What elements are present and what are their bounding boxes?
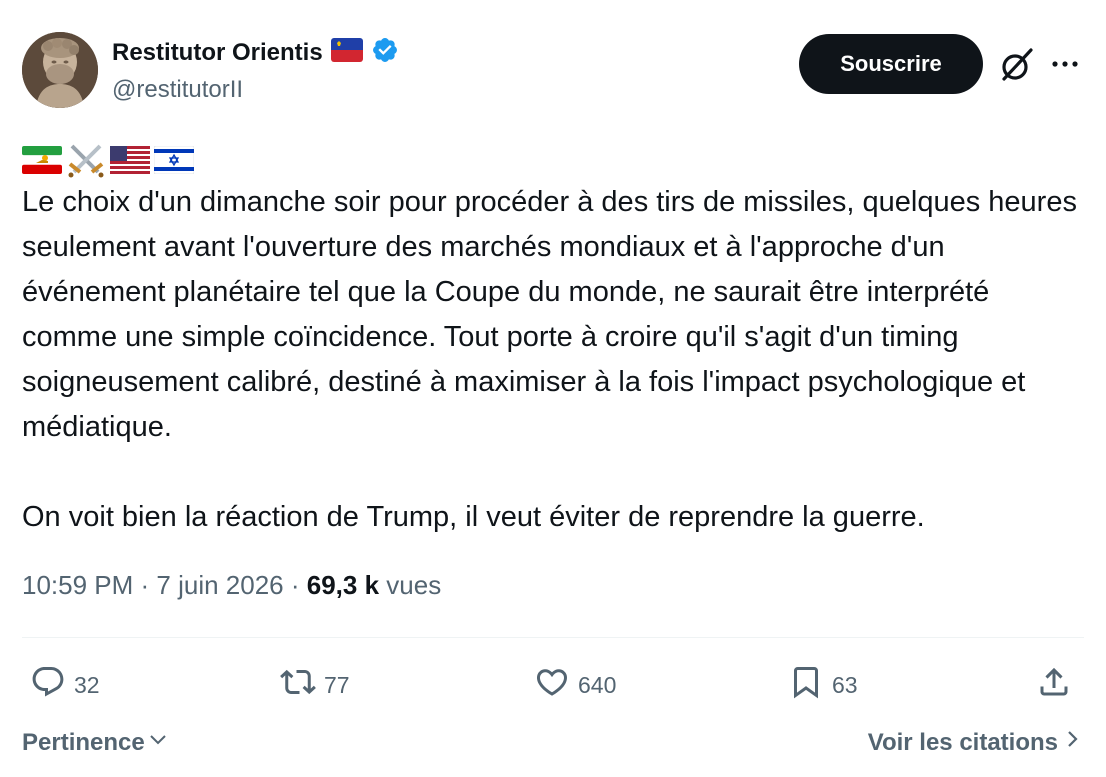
author-display-name[interactable]: Restitutor Orientis bbox=[112, 39, 323, 67]
repost-count: 77 bbox=[324, 671, 350, 698]
tweet-paragraph: On voit bien la réaction de Trump, il ve… bbox=[22, 501, 925, 533]
liechtenstein-flag-icon bbox=[330, 38, 363, 67]
views-label: vues bbox=[379, 570, 442, 600]
meta-separator: · bbox=[133, 570, 157, 600]
share-icon bbox=[1036, 664, 1072, 706]
reply-icon bbox=[30, 664, 66, 706]
israel-flag-icon bbox=[153, 145, 195, 179]
bookmark-icon bbox=[788, 664, 824, 706]
share-button[interactable] bbox=[1036, 664, 1072, 706]
chevron-down-icon bbox=[147, 728, 169, 757]
tweet-text: Le choix d'un dimanche soir pour procéde… bbox=[22, 180, 1092, 540]
grok-icon[interactable] bbox=[998, 46, 1036, 89]
divider bbox=[22, 637, 1084, 638]
tweet-time[interactable]: 10:59 PM bbox=[22, 570, 133, 600]
author-handle[interactable]: @restitutorII bbox=[112, 76, 243, 104]
like-button[interactable]: 640 bbox=[534, 664, 616, 706]
view-quotes-link[interactable]: Voir les citations bbox=[868, 728, 1080, 757]
bookmark-count: 63 bbox=[832, 671, 858, 698]
chevron-right-icon bbox=[1066, 728, 1080, 757]
tweet-emoji-row bbox=[22, 142, 195, 183]
avatar[interactable] bbox=[22, 32, 98, 108]
us-flag-icon bbox=[110, 146, 150, 179]
views-count: 69,3 k bbox=[306, 570, 380, 600]
bust-statue-image bbox=[22, 32, 98, 108]
reply-count: 32 bbox=[74, 671, 100, 698]
reply-button[interactable]: 32 bbox=[30, 664, 100, 706]
repost-icon bbox=[280, 664, 316, 706]
subscribe-button[interactable]: Souscrire bbox=[799, 34, 983, 94]
crossed-swords-icon bbox=[66, 142, 106, 183]
more-options-icon[interactable] bbox=[1050, 52, 1080, 81]
like-count: 640 bbox=[578, 671, 617, 698]
repost-button[interactable]: 77 bbox=[280, 664, 350, 706]
sort-label: Pertinence bbox=[22, 728, 145, 756]
view-quotes-label: Voir les citations bbox=[867, 728, 1058, 756]
verified-badge-icon[interactable] bbox=[371, 36, 399, 69]
tweet-meta: 10:59 PM · 7 juin 2026 · 69,3 k vues bbox=[22, 570, 441, 601]
bookmark-button[interactable]: 63 bbox=[788, 664, 858, 706]
tweet-paragraph: Le choix d'un dimanche soir pour procéde… bbox=[22, 186, 1077, 443]
iran-lion-sun-flag-icon bbox=[22, 146, 62, 179]
author-name-row: Restitutor Orientis bbox=[112, 36, 399, 69]
heart-icon bbox=[534, 664, 570, 706]
sort-dropdown[interactable]: Pertinence bbox=[22, 728, 169, 757]
meta-separator: · bbox=[283, 570, 307, 600]
tweet-date[interactable]: 7 juin 2026 bbox=[156, 570, 283, 600]
